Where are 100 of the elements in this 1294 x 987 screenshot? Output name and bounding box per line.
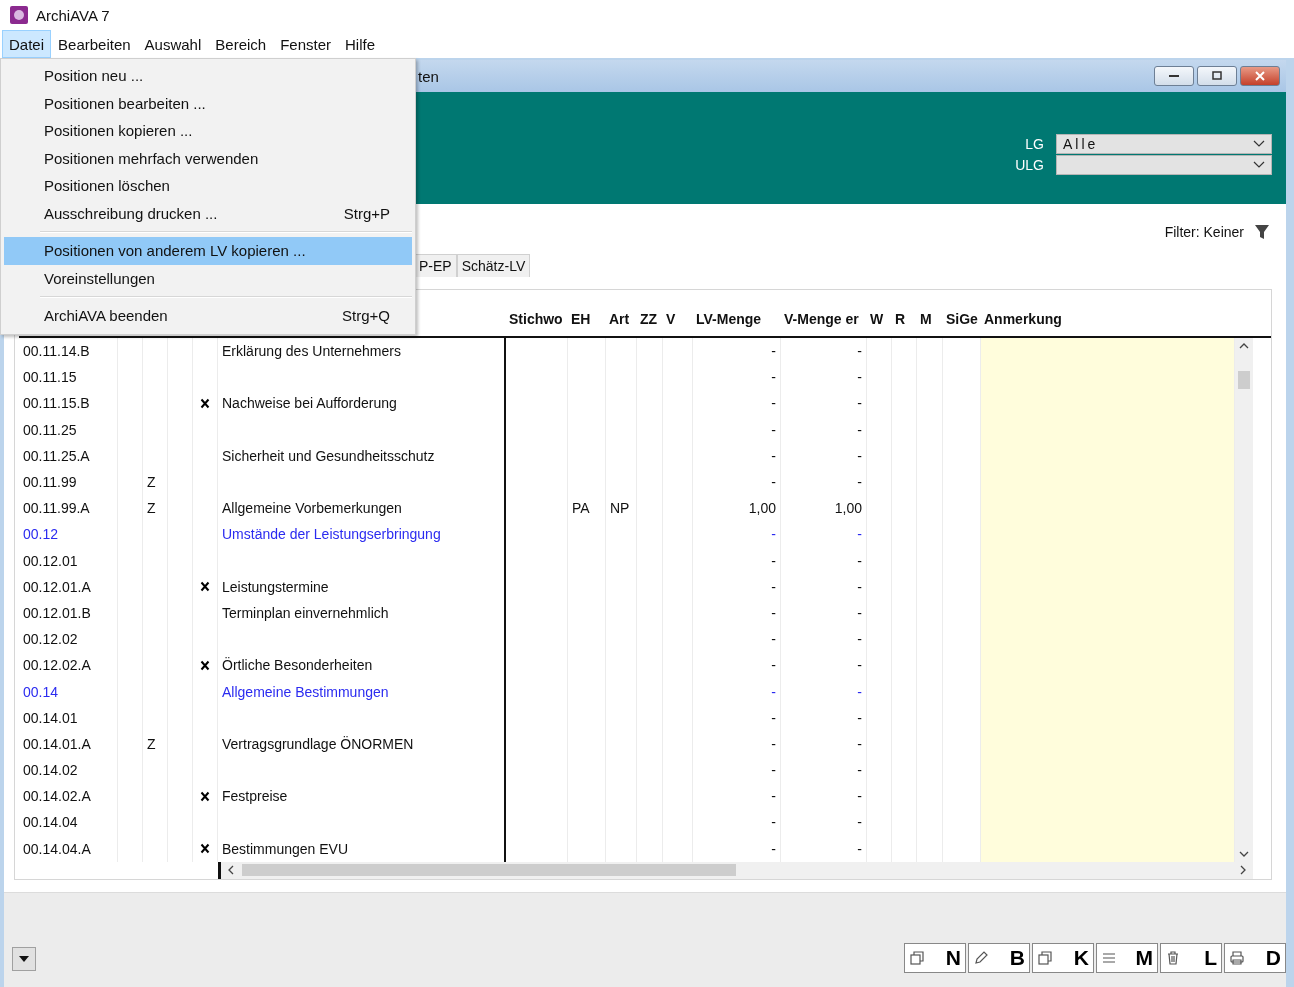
- toolbar-button[interactable]: L: [1160, 943, 1222, 973]
- table-cell: -: [693, 547, 781, 574]
- menu-bar-item[interactable]: Auswahl: [137, 30, 209, 58]
- table-cell: 00.11.25.A: [19, 442, 118, 469]
- scroll-up-icon[interactable]: [1239, 342, 1249, 349]
- table-cell: -: [693, 364, 781, 391]
- table-cell: 00.12.02: [19, 626, 118, 653]
- table-cell: 00.14.04.A: [19, 835, 118, 862]
- table-cell: Erklärung des Unternehmers: [218, 338, 506, 365]
- table-cell: -: [781, 835, 867, 862]
- scrollbar-thumb[interactable]: [242, 864, 736, 877]
- column-header[interactable]: ZZ: [637, 290, 663, 336]
- column-header[interactable]: R: [892, 290, 917, 336]
- table-cell: -: [781, 626, 867, 653]
- table-cell: -: [693, 783, 781, 810]
- table-cell: -: [781, 704, 867, 731]
- restore-button[interactable]: [1197, 66, 1237, 86]
- table-cell: 00.11.15.B: [19, 390, 118, 417]
- table-cell: -: [693, 599, 781, 627]
- scroll-left-icon[interactable]: [227, 865, 234, 876]
- toolbar-button[interactable]: D: [1224, 943, 1286, 973]
- filter-label: ULG: [1015, 156, 1044, 173]
- table-cell: 00.11.25: [19, 416, 118, 443]
- table-cell: -: [781, 652, 867, 679]
- tab[interactable]: Schätz-LV: [456, 254, 531, 277]
- menu-item[interactable]: Positionen bearbeiten ...: [4, 89, 412, 117]
- scrollbar-thumb[interactable]: [1238, 371, 1250, 389]
- vertical-scrollbar[interactable]: [1235, 338, 1253, 862]
- table-cell: Leistungstermine: [218, 573, 506, 600]
- column-header[interactable]: Anmerkung: [981, 290, 1253, 336]
- app-logo-icon: [10, 6, 28, 24]
- table-cell: Terminplan einvernehmlich: [218, 599, 506, 627]
- minimize-icon: [1168, 74, 1180, 78]
- toolbar-button[interactable]: N: [904, 943, 966, 973]
- close-icon: [1254, 71, 1266, 81]
- table-cell: -: [693, 678, 781, 705]
- column-header[interactable]: SiGe: [943, 290, 981, 336]
- menu-bar-item[interactable]: Fenster: [273, 30, 338, 58]
- column-header[interactable]: V-Menge er: [781, 290, 867, 336]
- column-header[interactable]: M: [917, 290, 943, 336]
- table-cell: -: [781, 599, 867, 627]
- table-cell: 00.14.02.A: [19, 783, 118, 810]
- toolbar-button[interactable]: K: [1032, 943, 1094, 973]
- filter-status: Filter: Keiner: [1164, 224, 1244, 240]
- dropdown-field[interactable]: Alle: [1056, 133, 1272, 154]
- column-header[interactable]: EH: [568, 290, 606, 336]
- menu-bar-item[interactable]: Bereich: [208, 30, 274, 58]
- menu-bar-item[interactable]: Hilfe: [338, 30, 383, 58]
- menu-item[interactable]: Voreinstellungen: [4, 264, 412, 292]
- table-cell: -: [781, 573, 867, 600]
- table-cell: Örtliche Besonderheiten: [218, 652, 506, 679]
- column-header[interactable]: V: [663, 290, 693, 336]
- cross-icon: [200, 581, 210, 593]
- menu-item[interactable]: Positionen löschen: [4, 172, 412, 200]
- table-cell: -: [693, 416, 781, 443]
- restore-icon: [1211, 71, 1223, 81]
- trash-icon: [1165, 950, 1181, 966]
- table-cell: -: [693, 468, 781, 496]
- horizontal-scrollbar[interactable]: [218, 861, 1253, 879]
- table-cell: PA: [568, 495, 606, 522]
- toolbar-button[interactable]: B: [968, 943, 1030, 973]
- menu-item[interactable]: Ausschreibung drucken ... Strg+P: [4, 199, 412, 227]
- column-header[interactable]: Stichwo: [506, 290, 568, 336]
- pencil-icon: [973, 950, 989, 966]
- menu-item[interactable]: Positionen von anderem LV kopieren ...: [4, 237, 412, 265]
- table-cell: -: [693, 730, 781, 757]
- table-cell: -: [781, 547, 867, 574]
- table-cell: Sicherheit und Gesundheitsschutz: [218, 442, 506, 469]
- toolbar-button[interactable]: M: [1096, 943, 1158, 973]
- close-button[interactable]: [1240, 66, 1280, 86]
- table-cell: 00.12: [19, 521, 118, 548]
- table-cell: -: [781, 809, 867, 836]
- filter-icon[interactable]: [1254, 224, 1270, 240]
- cross-icon: [200, 843, 210, 855]
- table-cell: -: [693, 442, 781, 469]
- menu-item[interactable]: Position neu ...: [4, 62, 412, 90]
- menu-item[interactable]: Positionen mehrfach verwenden: [4, 144, 412, 172]
- copy-icon: [1037, 950, 1053, 966]
- table-cell: 00.12.02.A: [19, 652, 118, 679]
- menu-bar-item[interactable]: Bearbeiten: [51, 30, 138, 58]
- minimize-button[interactable]: [1154, 66, 1194, 86]
- table-cell: -: [781, 783, 867, 810]
- table-cell: 00.14.02: [19, 757, 118, 784]
- menu-item[interactable]: ArchiAVA beenden Strg+Q: [4, 302, 412, 330]
- menu-bar-item[interactable]: Datei: [2, 30, 52, 58]
- column-header[interactable]: LV-Menge: [693, 290, 781, 336]
- dropdown-field[interactable]: [1056, 154, 1272, 175]
- cross-icon: [200, 790, 210, 802]
- tab[interactable]: P-EP: [414, 254, 457, 277]
- scroll-down-icon[interactable]: [1239, 850, 1249, 858]
- scroll-right-icon[interactable]: [1240, 865, 1247, 876]
- table-cell: 00.11.15: [19, 364, 118, 391]
- chevron-down-icon: [1253, 160, 1265, 169]
- table-cell: Umstände der Leistungserbringung: [218, 521, 506, 548]
- dropdown-button[interactable]: [12, 947, 36, 971]
- column-header[interactable]: W: [867, 290, 892, 336]
- table-cell: Nachweise bei Aufforderung: [218, 390, 506, 417]
- table-cell: -: [693, 626, 781, 653]
- menu-item[interactable]: Positionen kopieren ...: [4, 117, 412, 145]
- column-header[interactable]: Art: [606, 290, 637, 336]
